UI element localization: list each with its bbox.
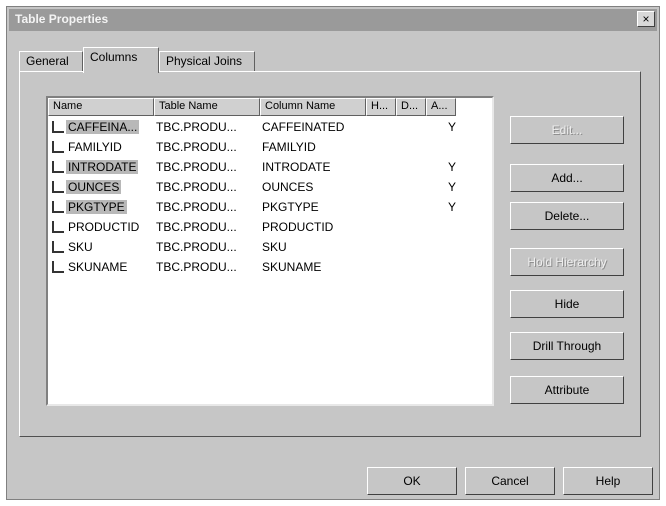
table-row[interactable]: SKU TBC.PRODU... SKU [48,238,488,258]
close-icon[interactable]: × [637,11,655,27]
row-name-cell: PRODUCTID [52,220,141,234]
row-a-flag: Y [448,120,457,134]
tab-general[interactable]: General [19,51,83,71]
row-column-name: SKU [262,240,287,254]
table-properties-dialog: Table Properties × General Columns Physi… [6,6,660,500]
column-icon [52,181,64,193]
row-column-name: PRODUCTID [262,220,334,234]
add-button[interactable]: Add... [510,164,624,192]
ok-button[interactable]: OK [367,467,457,495]
table-row[interactable]: SKUNAME TBC.PRODU... SKUNAME [48,258,488,278]
table-row[interactable]: PRODUCTID TBC.PRODU... PRODUCTID [48,218,488,238]
row-name: SKU [68,240,93,254]
column-icon [52,221,64,233]
row-name-cell: SKU [52,240,95,254]
row-a-flag: Y [448,200,457,214]
hide-button[interactable]: Hide [510,290,624,318]
row-name: FAMILYID [68,140,122,154]
row-table-name: TBC.PRODU... [156,160,237,174]
row-column-name: PKGTYPE [262,200,319,214]
row-name-cell: SKUNAME [52,260,129,274]
window-title: Table Properties [15,12,109,26]
row-column-name: INTRODATE [262,160,331,174]
header-name[interactable]: Name [48,98,154,116]
tab-physical-joins[interactable]: Physical Joins [159,51,255,71]
delete-button[interactable]: Delete... [510,202,624,230]
row-name: OUNCES [66,180,122,194]
row-a-flag: Y [448,160,457,174]
row-name-cell: PKGTYPE [52,200,127,214]
row-table-name: TBC.PRODU... [156,200,237,214]
row-name-cell: OUNCES [52,180,122,194]
column-icon [52,161,64,173]
row-table-name: TBC.PRODU... [156,140,237,154]
header-a[interactable]: A... [426,98,456,116]
hierarchy-button[interactable]: Hold Hierarchy [510,248,624,276]
header-d[interactable]: D... [396,98,426,116]
row-column-name: FAMILYID [262,140,316,154]
header-table-name[interactable]: Table Name [154,98,260,116]
row-table-name: TBC.PRODU... [156,180,237,194]
row-name: INTRODATE [66,160,139,174]
row-column-name: OUNCES [262,180,314,194]
table-row[interactable]: INTRODATE TBC.PRODU... INTRODATE Y [48,158,488,178]
row-name-cell: FAMILYID [52,140,124,154]
column-icon [52,121,64,133]
column-icon [52,201,64,213]
column-icon [52,141,64,153]
row-a-flag: Y [448,180,457,194]
table-row[interactable]: PKGTYPE TBC.PRODU... PKGTYPE Y [48,198,488,218]
column-icon [52,241,64,253]
table-row[interactable]: FAMILYID TBC.PRODU... FAMILYID [48,138,488,158]
table-row[interactable]: OUNCES TBC.PRODU... OUNCES Y [48,178,488,198]
drill-through-button[interactable]: Drill Through [510,332,624,360]
row-table-name: TBC.PRODU... [156,220,237,234]
columns-tab-panel: Name Table Name Column Name H... D... A.… [19,71,641,437]
edit-button[interactable]: Edit... [510,116,624,144]
row-table-name: TBC.PRODU... [156,120,237,134]
column-icon [52,261,64,273]
attribute-button[interactable]: Attribute [510,376,624,404]
row-name-cell: CAFFEINA... [52,120,140,134]
row-name-cell: INTRODATE [52,160,139,174]
cancel-button[interactable]: Cancel [465,467,555,495]
row-name: PKGTYPE [66,200,127,214]
table-row[interactable]: CAFFEINA... TBC.PRODU... CAFFEINATED Y [48,118,488,138]
header-column-name[interactable]: Column Name [260,98,366,116]
row-name: PRODUCTID [68,220,140,234]
tab-columns[interactable]: Columns [83,47,159,73]
row-table-name: TBC.PRODU... [156,240,237,254]
title-bar[interactable]: Table Properties × [9,9,657,31]
help-button[interactable]: Help [563,467,653,495]
row-name: SKUNAME [68,260,128,274]
header-h[interactable]: H... [366,98,396,116]
row-column-name: CAFFEINATED [262,120,345,134]
columns-list[interactable]: Name Table Name Column Name H... D... A.… [46,96,494,406]
row-table-name: TBC.PRODU... [156,260,237,274]
row-column-name: SKUNAME [262,260,322,274]
row-name: CAFFEINA... [66,120,140,134]
